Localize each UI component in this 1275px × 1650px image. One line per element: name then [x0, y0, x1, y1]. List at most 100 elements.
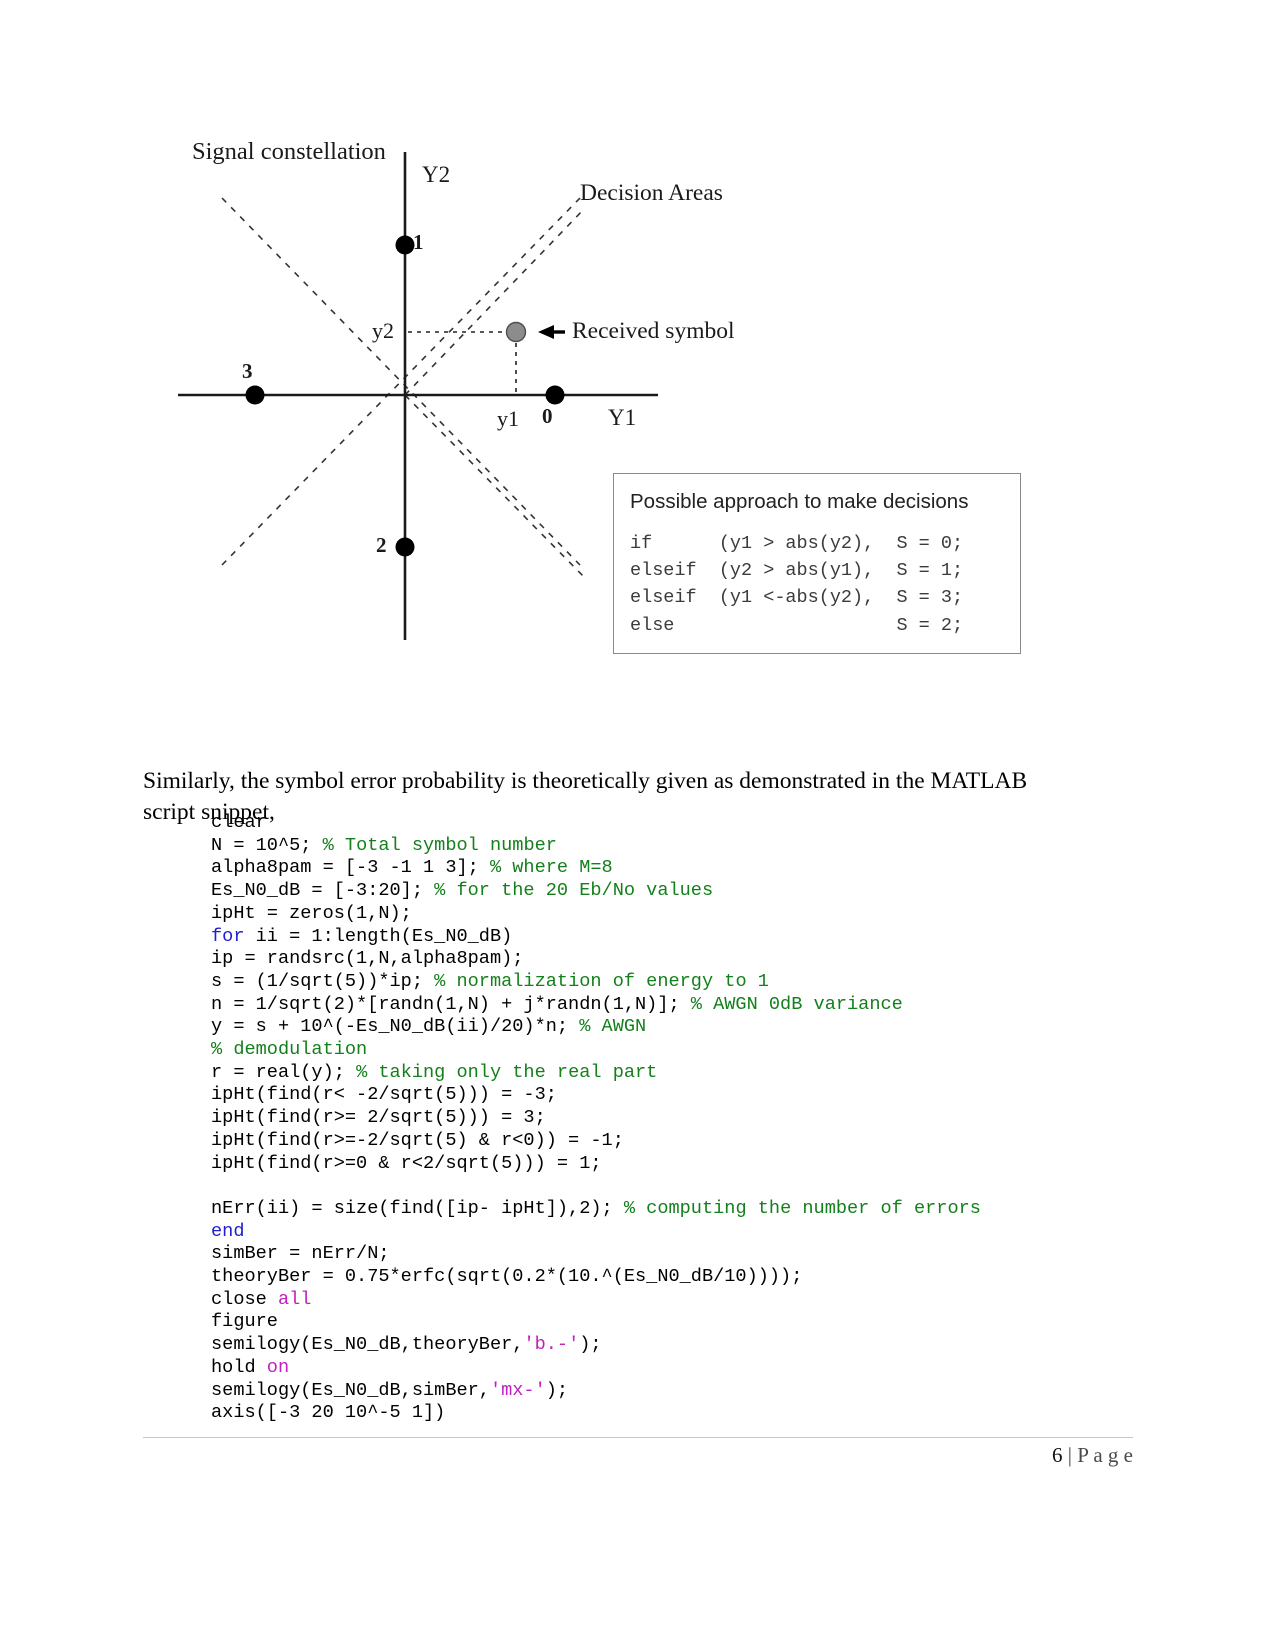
- signal-constellation-label: Signal constellation: [192, 138, 386, 165]
- code-token: ipHt = zeros(1,N);: [211, 902, 412, 924]
- constellation-point-0: [545, 385, 565, 405]
- code-line: s = (1/sqrt(5))*ip; % normalization of e…: [211, 971, 1111, 994]
- code-token: );: [545, 1379, 569, 1401]
- code-token: all: [277, 1288, 312, 1310]
- code-token: ii = 1:length(Es_N0_dB): [244, 925, 513, 947]
- code-token: N = 10^5;: [211, 834, 323, 856]
- decision-approach-box: Possible approach to make decisions if (…: [613, 473, 1021, 654]
- decision-boundary-ray-se: [404, 394, 586, 579]
- decision-code-line: else S = 2;: [630, 614, 964, 636]
- code-token: % where M=8: [489, 857, 613, 879]
- code-line: n = 1/sqrt(2)*[randn(1,N) + j*randn(1,N)…: [211, 994, 1111, 1017]
- code-token: simBer = nErr/N;: [211, 1243, 390, 1265]
- code-token: semilogy(Es_N0_dB,theoryBer,: [211, 1334, 524, 1356]
- code-line: close all: [211, 1289, 1111, 1312]
- code-token: % Total symbol number: [322, 834, 557, 856]
- decision-boundary-ray-ne: [404, 207, 586, 396]
- y1-coordinate-label: y1: [497, 406, 519, 431]
- code-token: Es_N0_dB = [-3:20];: [211, 880, 435, 902]
- code-token: end: [211, 1220, 245, 1242]
- constellation-point-2: [395, 537, 415, 557]
- code-token: figure: [211, 1311, 278, 1333]
- code-line: axis([-3 20 10^-5 1]): [211, 1402, 1111, 1425]
- code-line: Es_N0_dB = [-3:20]; % for the 20 Eb/No v…: [211, 880, 1111, 903]
- point-label-3: 3: [242, 359, 253, 383]
- received-symbol-label: Received symbol: [572, 318, 735, 344]
- code-line: theoryBer = 0.75*erfc(sqrt(0.2*(10.^(Es_…: [211, 1266, 1111, 1289]
- footer-page-number: 6 | P a g e: [1052, 1443, 1133, 1468]
- code-line: semilogy(Es_N0_dB,simBer,'mx-');: [211, 1380, 1111, 1403]
- code-line: ip = randsrc(1,N,alpha8pam);: [211, 948, 1111, 971]
- code-token: y = s + 10^(-Es_N0_dB(ii)/20)*n;: [211, 1016, 580, 1038]
- code-token: ipHt(find(r>=-2/sqrt(5) & r<0)) = -1;: [211, 1129, 624, 1151]
- code-line: r = real(y); % taking only the real part: [211, 1062, 1111, 1085]
- footer-divider: [143, 1437, 1133, 1438]
- constellation-point-3: [245, 385, 265, 405]
- code-line: clear: [211, 812, 1111, 835]
- code-token: theoryBer = 0.75*erfc(sqrt(0.2*(10.^(Es_…: [211, 1266, 803, 1288]
- footer-page-separator: |: [1062, 1443, 1078, 1467]
- code-token: % for the 20 Eb/No values: [434, 880, 714, 902]
- code-line: simBer = nErr/N;: [211, 1243, 1111, 1266]
- constellation-figure: Signal constellation Y2 Decision Areas R…: [160, 110, 1060, 690]
- code-line: end: [211, 1221, 1111, 1244]
- decision-code-line: if (y1 > abs(y2), S = 0;: [630, 533, 964, 554]
- origin-point-label: 0: [542, 404, 553, 428]
- decision-box-title: Possible approach to make decisions: [630, 490, 969, 513]
- code-token: alpha8pam = [-3 -1 1 3];: [211, 857, 490, 879]
- y2-coordinate-label: y2: [372, 318, 394, 343]
- code-token: 'b.-': [523, 1334, 580, 1356]
- code-token: on: [266, 1356, 290, 1378]
- code-line: figure: [211, 1311, 1111, 1334]
- code-token: ipHt(find(r< -2/sqrt(5))) = -3;: [211, 1084, 557, 1106]
- code-token: % normalization of energy to 1: [434, 970, 769, 992]
- code-token: ipHt(find(r>= 2/sqrt(5))) = 3;: [211, 1107, 546, 1129]
- code-token: for: [211, 925, 245, 947]
- decision-code-line: elseif (y1 <-abs(y2), S = 3;: [630, 587, 964, 609]
- code-line: ipHt(find(r>=0 & r<2/sqrt(5))) = 1;: [211, 1153, 1111, 1176]
- code-line: ipHt(find(r>=-2/sqrt(5) & r<0)) = -1;: [211, 1130, 1111, 1153]
- decision-areas-label: Decision Areas: [580, 180, 723, 206]
- code-token: s = (1/sqrt(5))*ip;: [211, 970, 435, 992]
- code-line: ipHt(find(r< -2/sqrt(5))) = -3;: [211, 1084, 1111, 1107]
- code-token: % AWGN 0dB variance: [690, 993, 903, 1015]
- code-token: close: [211, 1288, 278, 1310]
- code-token: ip = randsrc(1,N,alpha8pam);: [211, 948, 524, 970]
- code-token: axis([-3 20 10^-5 1]): [211, 1402, 446, 1424]
- constellation-point-1: [395, 235, 415, 255]
- footer-page-number-value: 6: [1051, 1443, 1063, 1467]
- code-token: % taking only the real part: [356, 1061, 658, 1083]
- y1-axis-label: Y1: [608, 405, 637, 430]
- code-token: ipHt(find(r>=0 & r<2/sqrt(5))) = 1;: [211, 1152, 602, 1174]
- code-line: for ii = 1:length(Es_N0_dB): [211, 926, 1111, 949]
- y2-axis-label: Y2: [422, 162, 451, 187]
- code-token: );: [579, 1334, 602, 1356]
- code-token: clear: [211, 812, 267, 833]
- code-line: nErr(ii) = size(find([ip- ipHt]),2); % c…: [211, 1198, 1111, 1221]
- code-line: semilogy(Es_N0_dB,theoryBer,'b.-');: [211, 1334, 1111, 1357]
- code-token: n = 1/sqrt(2)*[randn(1,N) + j*randn(1,N)…: [211, 993, 691, 1015]
- received-symbol-marker: [505, 321, 527, 343]
- code-token: 'mx-': [489, 1379, 546, 1401]
- point-label-1: 1: [413, 230, 424, 254]
- matlab-code-block: clear N = 10^5; % Total symbol number alph…: [211, 812, 1111, 1425]
- code-token: % demodulation: [211, 1039, 368, 1061]
- code-line: hold on: [211, 1357, 1111, 1380]
- code-line: alpha8pam = [-3 -1 1 3]; % where M=8: [211, 857, 1111, 880]
- code-token: r = real(y);: [211, 1061, 357, 1083]
- code-line: y = s + 10^(-Es_N0_dB(ii)/20)*n; % AWGN: [211, 1016, 1111, 1039]
- code-token: nErr(ii) = size(find([ip- ipHt]),2);: [211, 1197, 624, 1219]
- code-line: ipHt = zeros(1,N);: [211, 903, 1111, 926]
- point-label-2: 2: [376, 533, 387, 557]
- code-token: % AWGN: [579, 1016, 647, 1038]
- code-token: % computing the number of errors: [623, 1197, 981, 1219]
- received-symbol-arrow: [538, 325, 565, 339]
- footer-page-word: P a g e: [1077, 1443, 1133, 1467]
- code-line: ipHt(find(r>= 2/sqrt(5))) = 3;: [211, 1107, 1111, 1130]
- decision-code-line: elseif (y2 > abs(y1), S = 1;: [630, 560, 964, 582]
- code-line: N = 10^5; % Total symbol number: [211, 835, 1111, 858]
- code-line: % demodulation: [211, 1039, 1111, 1062]
- decision-box-code: if (y1 > abs(y2), S = 0; elseif (y2 > abs…: [630, 530, 1000, 639]
- code-token: semilogy(Es_N0_dB,simBer,: [211, 1379, 490, 1401]
